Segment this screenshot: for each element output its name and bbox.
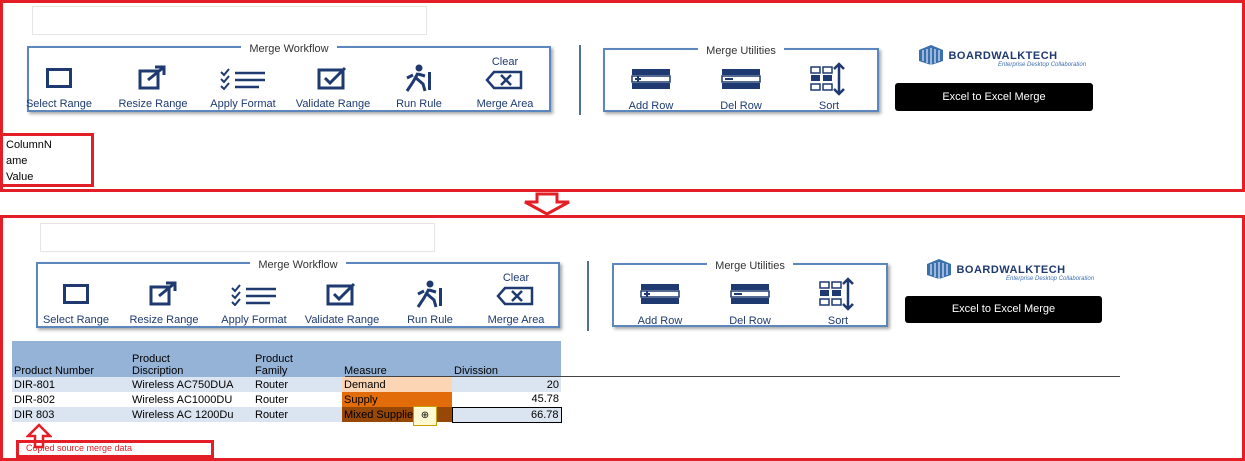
bottom-group-divider xyxy=(587,261,589,331)
top-name-box[interactable] xyxy=(32,6,427,35)
apply-format-button[interactable]: Apply Format xyxy=(201,50,285,110)
cell[interactable]: DIR-801 xyxy=(12,377,130,392)
run-rule-icon xyxy=(405,64,431,92)
clear-icon xyxy=(485,70,523,90)
clear-merge-area-button[interactable]: Clear Merge Area xyxy=(463,50,547,110)
table-row: DIR-802 Wireless AC1000DU Router Supply … xyxy=(12,392,561,407)
resize-range-button[interactable]: Resize Range xyxy=(122,266,206,326)
bottom-name-box[interactable] xyxy=(40,223,435,252)
bottom-merge-workflow-group: Merge Workflow Select Range Resize Range… xyxy=(34,259,560,328)
excel-to-excel-merge-button[interactable]: Excel to Excel Merge xyxy=(895,83,1093,111)
top-merge-workflow-group: Merge Workflow Select Range Resize Range… xyxy=(26,43,551,112)
validate-range-button[interactable]: Validate Range xyxy=(291,50,375,110)
cell[interactable]: Wireless AC1000DU xyxy=(130,392,253,407)
boardwalktech-logo: BOARDWALKTECH Enterprise Desktop Collabo… xyxy=(926,258,1094,282)
top-merge-utilities-group: Merge Utilities Add Row Del Row Sort xyxy=(603,45,879,112)
bottom-merge-utilities-group: Merge Utilities Add Row Del Row Sort xyxy=(612,260,888,327)
cell[interactable]: Router xyxy=(253,392,342,407)
run-rule-button[interactable]: Run Rule xyxy=(388,266,472,326)
sort-button[interactable]: Sort xyxy=(787,52,871,112)
header-cell[interactable]: Divission xyxy=(452,341,561,377)
header-cell[interactable]: Product Number xyxy=(12,341,130,377)
cell[interactable]: Wireless AC750DUA xyxy=(130,377,253,392)
sort-icon xyxy=(810,62,845,96)
cell[interactable]: Value xyxy=(6,171,52,187)
cell[interactable]: Router xyxy=(253,407,342,422)
sort-button[interactable]: Sort xyxy=(796,267,880,327)
add-row-icon xyxy=(631,69,671,89)
cell[interactable]: Demand xyxy=(342,377,452,392)
cell[interactable]: Supply xyxy=(342,392,452,407)
sort-icon xyxy=(819,277,854,311)
cell[interactable]: 45.78 xyxy=(452,392,561,407)
add-row-button[interactable]: Add Row xyxy=(618,267,702,327)
down-arrow-icon xyxy=(524,192,570,216)
add-row-button[interactable]: Add Row xyxy=(609,52,693,112)
delete-row-icon xyxy=(730,284,770,304)
cell[interactable]: Router xyxy=(253,377,342,392)
validate-range-icon xyxy=(326,282,356,306)
cell[interactable]: 66.78 xyxy=(451,406,562,423)
top-group-divider xyxy=(579,45,581,115)
select-range-button[interactable]: Select Range xyxy=(17,50,101,110)
run-rule-icon xyxy=(416,280,442,308)
cell[interactable]: DIR 803 xyxy=(12,407,130,422)
resize-range-button[interactable]: Resize Range xyxy=(111,50,195,110)
select-range-icon xyxy=(63,284,89,304)
header-cell[interactable]: Measure xyxy=(342,341,452,377)
validate-range-button[interactable]: Validate Range xyxy=(300,266,384,326)
table-row: DIR 803 Wireless AC 1200Du Router Mixed … xyxy=(12,406,562,423)
merge-data-table: Product Number Product Discription Produc… xyxy=(12,341,562,423)
select-range-button[interactable]: Select Range xyxy=(34,266,118,326)
excel-to-excel-merge-button[interactable]: Excel to Excel Merge xyxy=(905,296,1102,323)
run-rule-button[interactable]: Run Rule xyxy=(377,50,461,110)
cell[interactable]: DIR-802 xyxy=(12,392,130,407)
add-row-icon xyxy=(640,284,680,304)
copied-data-caption: Copied source merge data xyxy=(26,443,133,453)
cell[interactable]: 20 xyxy=(452,377,561,392)
paste-options-icon[interactable]: ⊕ xyxy=(413,406,437,426)
header-cell[interactable]: Product Discription xyxy=(130,341,253,377)
column-name-cells: ColumnN ame Value xyxy=(6,139,52,187)
delete-row-icon xyxy=(721,69,761,89)
clear-icon xyxy=(496,286,534,306)
apply-format-icon xyxy=(231,284,276,306)
cell[interactable]: ame xyxy=(6,155,52,171)
del-row-button[interactable]: Del Row xyxy=(708,267,792,327)
resize-range-icon xyxy=(149,281,177,306)
apply-format-icon xyxy=(220,68,265,90)
clear-merge-area-button[interactable]: Clear Merge Area xyxy=(474,266,558,326)
table-row: DIR-801 Wireless AC750DUA Router Demand … xyxy=(12,377,561,392)
resize-range-icon xyxy=(138,65,166,90)
cell[interactable]: ColumnN xyxy=(6,139,52,155)
del-row-button[interactable]: Del Row xyxy=(699,52,783,112)
logo-cube-icon xyxy=(927,259,951,279)
table-underline xyxy=(345,376,1120,377)
table-header-row: Product Number Product Discription Produc… xyxy=(12,341,561,377)
apply-format-button[interactable]: Apply Format xyxy=(212,266,296,326)
header-cell[interactable]: Product Family xyxy=(253,341,342,377)
boardwalktech-logo: BOARDWALKTECH Enterprise Desktop Collabo… xyxy=(918,44,1086,68)
logo-cube-icon xyxy=(919,45,943,65)
cell[interactable]: Wireless AC 1200Du xyxy=(130,407,253,422)
validate-range-icon xyxy=(317,66,347,90)
select-range-icon xyxy=(46,68,72,88)
